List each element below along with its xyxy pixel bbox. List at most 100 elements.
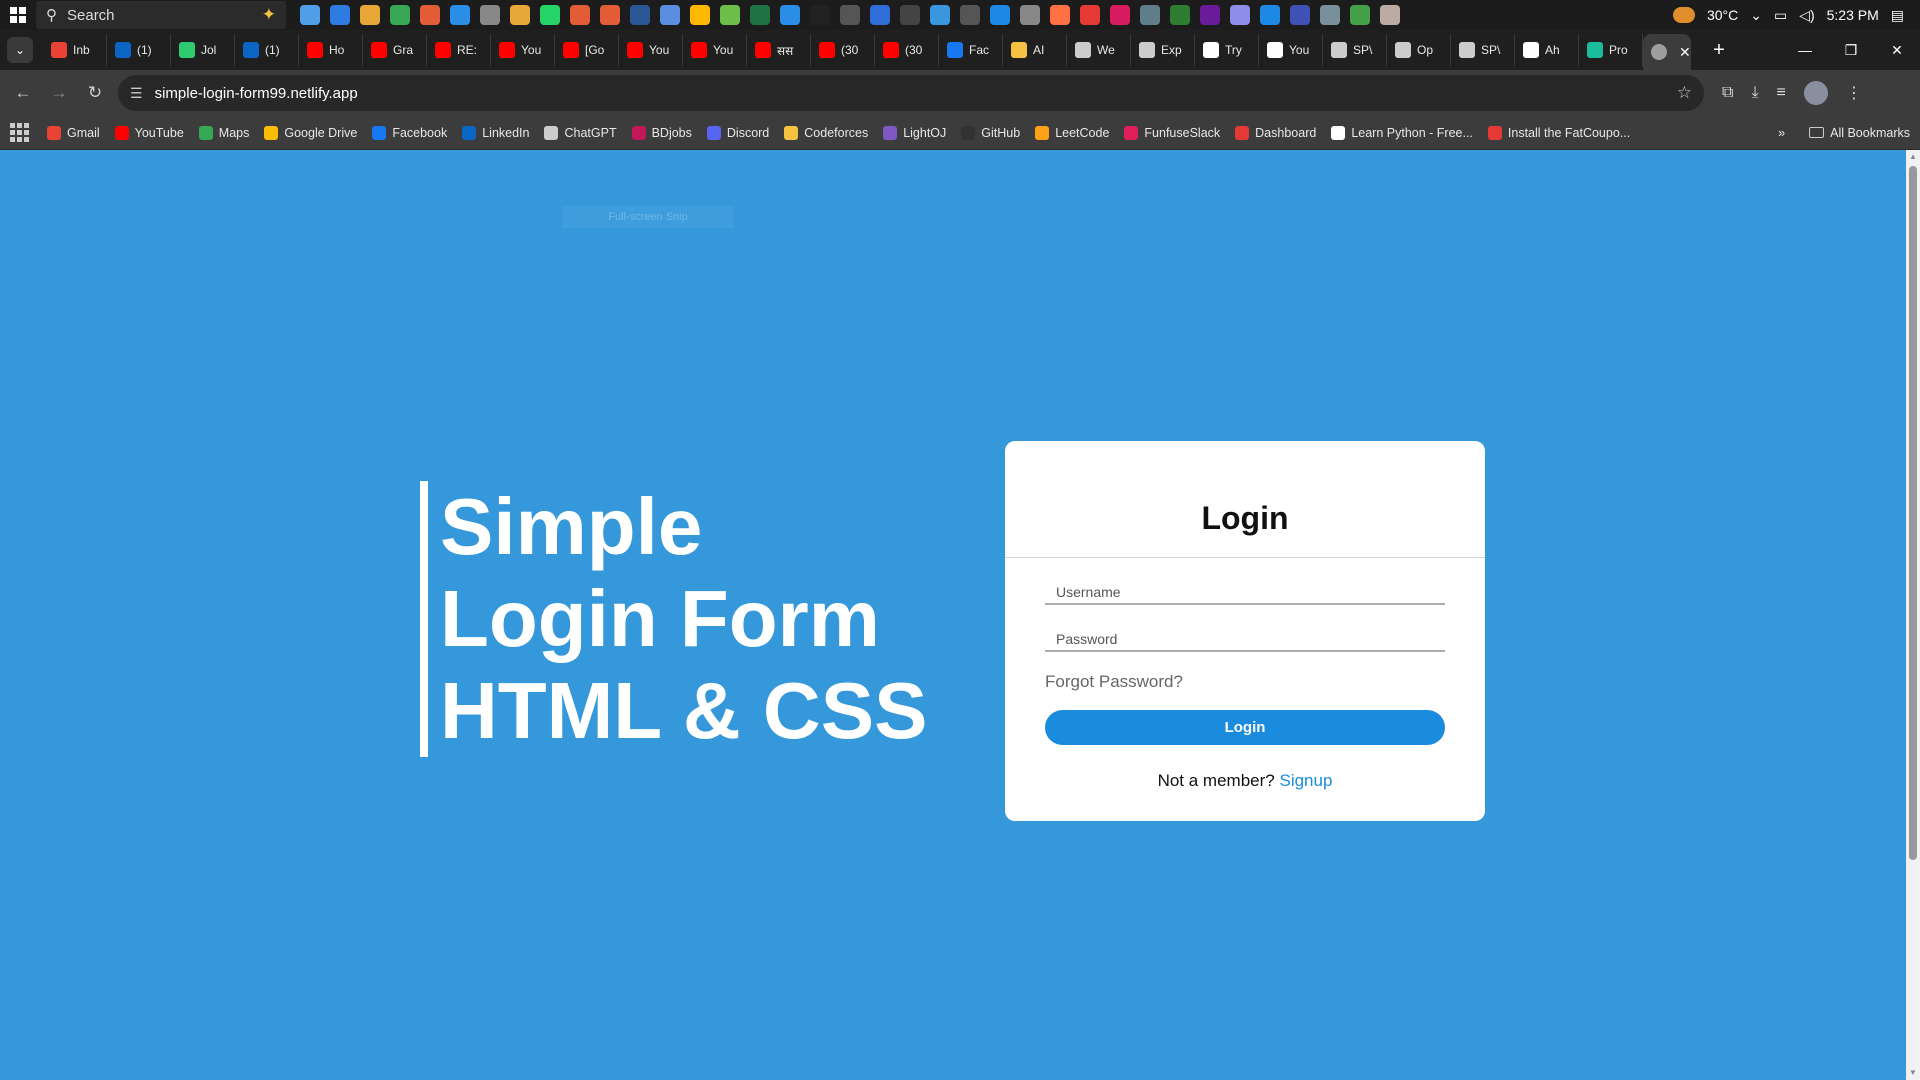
browser-tab[interactable]: Jol bbox=[171, 34, 235, 66]
bookmark-star-icon[interactable]: ☆ bbox=[1677, 83, 1692, 103]
browser-tab[interactable]: You bbox=[1259, 34, 1323, 66]
bookmark-item[interactable]: Maps bbox=[198, 125, 249, 140]
restore-button[interactable]: ❐ bbox=[1828, 35, 1874, 65]
taskbar-app-icon[interactable] bbox=[390, 5, 410, 25]
taskbar-search[interactable]: ⚲ Search ✦ bbox=[36, 1, 286, 29]
taskbar-app-icon[interactable] bbox=[1260, 5, 1280, 25]
more-bookmarks-icon[interactable]: » bbox=[1778, 126, 1785, 140]
browser-tab[interactable]: सस bbox=[747, 34, 811, 66]
taskbar-app-icon[interactable] bbox=[1230, 5, 1250, 25]
browser-tab[interactable]: You bbox=[683, 34, 747, 66]
taskbar-app-icon[interactable] bbox=[900, 5, 920, 25]
taskbar-app-icon[interactable] bbox=[1080, 5, 1100, 25]
bookmark-item[interactable]: LightOJ bbox=[883, 125, 946, 140]
browser-tab[interactable]: Ah bbox=[1515, 34, 1579, 66]
browser-tab[interactable]: Fac bbox=[939, 34, 1003, 66]
bookmark-item[interactable]: Dashboard bbox=[1235, 125, 1316, 140]
bookmark-item[interactable]: LeetCode bbox=[1035, 125, 1109, 140]
taskbar-app-icon[interactable] bbox=[660, 5, 680, 25]
taskbar-app-icon[interactable] bbox=[1110, 5, 1130, 25]
bookmark-item[interactable]: Gmail bbox=[47, 125, 100, 140]
taskbar-app-icon[interactable] bbox=[780, 5, 800, 25]
browser-tab[interactable]: Exp bbox=[1131, 34, 1195, 66]
scrollbar-thumb[interactable] bbox=[1909, 166, 1917, 860]
browser-tab[interactable]: (1) bbox=[107, 34, 171, 66]
scroll-up-icon[interactable]: ▲ bbox=[1908, 152, 1918, 162]
taskbar-app-icon[interactable] bbox=[330, 5, 350, 25]
taskbar-app-icon[interactable] bbox=[300, 5, 320, 25]
download-icon[interactable]: ⤓ bbox=[1751, 84, 1758, 102]
taskbar-app-icon[interactable] bbox=[750, 5, 770, 25]
bookmark-item[interactable]: LinkedIn bbox=[462, 125, 529, 140]
browser-tab[interactable]: (1) bbox=[235, 34, 299, 66]
minimize-button[interactable]: — bbox=[1782, 35, 1828, 65]
browser-tab[interactable]: Op bbox=[1387, 34, 1451, 66]
login-button[interactable]: Login bbox=[1045, 710, 1445, 745]
taskbar-app-icon[interactable] bbox=[1290, 5, 1310, 25]
close-window-button[interactable]: ✕ bbox=[1874, 35, 1920, 65]
bookmark-item[interactable]: Discord bbox=[706, 125, 769, 140]
profile-avatar[interactable] bbox=[1803, 81, 1828, 105]
taskbar-app-icon[interactable] bbox=[720, 5, 740, 25]
back-button[interactable]: ← bbox=[10, 80, 36, 106]
taskbar-app-icon[interactable] bbox=[420, 5, 440, 25]
browser-tab[interactable]: (30 bbox=[811, 34, 875, 66]
forgot-password-link[interactable]: Forgot Password? bbox=[1045, 672, 1445, 692]
menu-kebab-icon[interactable]: ⋮ bbox=[1846, 83, 1862, 103]
taskbar-app-icon[interactable] bbox=[960, 5, 980, 25]
browser-tab[interactable]: Gra bbox=[363, 34, 427, 66]
taskbar-app-icon[interactable] bbox=[570, 5, 590, 25]
browser-tab[interactable]: SP\ bbox=[1323, 34, 1387, 66]
bookmark-item[interactable]: Learn Python - Free... bbox=[1331, 125, 1473, 140]
forward-button[interactable]: → bbox=[46, 80, 72, 106]
temperature[interactable]: 30°C bbox=[1707, 7, 1738, 23]
taskbar-app-icon[interactable] bbox=[540, 5, 560, 25]
taskbar-app-icon[interactable] bbox=[990, 5, 1010, 25]
browser-tab[interactable]: SP\ bbox=[1451, 34, 1515, 66]
taskbar-app-icon[interactable] bbox=[450, 5, 470, 25]
browser-tab[interactable]: [Go bbox=[555, 34, 619, 66]
close-tab-icon[interactable]: ✕ bbox=[1679, 44, 1691, 61]
bookmark-item[interactable]: GitHub bbox=[961, 125, 1020, 140]
taskbar-app-icon[interactable] bbox=[1140, 5, 1160, 25]
weather-icon[interactable] bbox=[1672, 7, 1695, 23]
taskbar-app-icon[interactable] bbox=[810, 5, 830, 25]
taskbar-app-icon[interactable] bbox=[600, 5, 620, 25]
all-bookmarks-button[interactable]: All Bookmarks bbox=[1809, 126, 1910, 140]
volume-icon[interactable]: ◁) bbox=[1799, 7, 1814, 24]
signup-link[interactable]: Signup bbox=[1279, 771, 1332, 790]
tab-active[interactable]: ✕ bbox=[1643, 34, 1691, 70]
browser-tab[interactable]: Ho bbox=[299, 34, 363, 66]
address-bar[interactable]: ☰ simple-login-form99.netlify.app ☆ bbox=[118, 75, 1704, 111]
taskbar-app-icon[interactable] bbox=[1350, 5, 1370, 25]
taskbar-app-icon[interactable] bbox=[360, 5, 380, 25]
site-info-icon[interactable]: ☰ bbox=[130, 85, 143, 102]
taskbar-app-icon[interactable] bbox=[840, 5, 860, 25]
bookmark-item[interactable]: ChatGPT bbox=[544, 125, 617, 140]
taskbar-app-icon[interactable] bbox=[1050, 5, 1070, 25]
bookmark-item[interactable]: YouTube bbox=[114, 125, 184, 140]
bookmark-item[interactable]: FunfuseSlack bbox=[1124, 125, 1220, 140]
network-icon[interactable]: ▭ bbox=[1774, 7, 1787, 24]
browser-tab[interactable]: You bbox=[491, 34, 555, 66]
notification-icon[interactable]: ▤ bbox=[1891, 7, 1904, 24]
url-text[interactable]: simple-login-form99.netlify.app bbox=[155, 85, 358, 102]
reading-list-icon[interactable]: ≡ bbox=[1777, 84, 1786, 102]
new-tab-button[interactable]: + bbox=[1705, 39, 1733, 62]
bookmark-item[interactable]: Google Drive bbox=[264, 125, 357, 140]
bookmark-item[interactable]: Facebook bbox=[372, 125, 447, 140]
browser-tab[interactable]: Inb bbox=[43, 34, 107, 66]
bookmark-item[interactable]: Codeforces bbox=[784, 125, 868, 140]
scroll-down-icon[interactable]: ▼ bbox=[1908, 1068, 1918, 1078]
browser-tab[interactable]: You bbox=[619, 34, 683, 66]
taskbar-app-icon[interactable] bbox=[510, 5, 530, 25]
browser-tab[interactable]: AI bbox=[1003, 34, 1067, 66]
bookmark-item[interactable]: Install the FatCoupo... bbox=[1487, 125, 1630, 140]
browser-tab[interactable]: (30 bbox=[875, 34, 939, 66]
taskbar-app-icon[interactable] bbox=[630, 5, 650, 25]
browser-tab[interactable]: We bbox=[1067, 34, 1131, 66]
taskbar-app-icon[interactable] bbox=[930, 5, 950, 25]
taskbar-app-icon[interactable] bbox=[1170, 5, 1190, 25]
extensions-icon[interactable]: ⧉ bbox=[1722, 84, 1733, 102]
tab-search-button[interactable]: ⌄ bbox=[7, 37, 33, 63]
